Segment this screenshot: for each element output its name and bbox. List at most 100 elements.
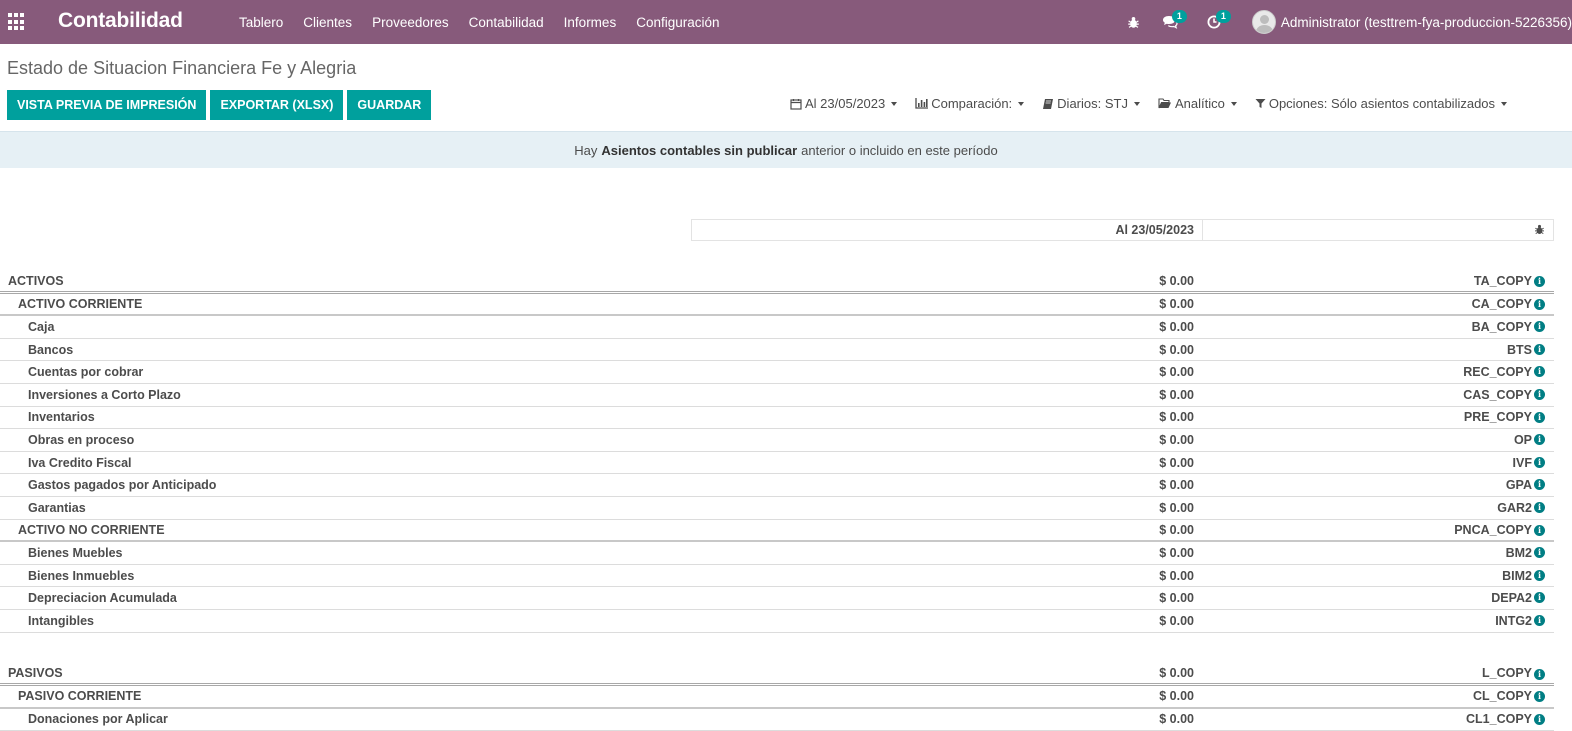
line-amount[interactable]: $ 0.00 [1159, 614, 1194, 628]
line-name[interactable]: Garantias [28, 501, 86, 515]
report-line-gastos-pagados-por-anticipado[interactable]: Gastos pagados por Anticipado $ 0.00 GPA i [0, 474, 1554, 497]
line-name[interactable]: Bienes Inmuebles [28, 569, 134, 583]
line-amount[interactable]: $ 0.00 [1159, 712, 1194, 726]
report-line-bienes-muebles[interactable]: Bienes Muebles $ 0.00 BM2 i [0, 542, 1554, 565]
line-amount[interactable]: $ 0.00 [1159, 546, 1194, 560]
line-name[interactable]: ACTIVO NO CORRIENTE [18, 523, 165, 537]
export-xlsx-button[interactable]: EXPORTAR (XLSX) [210, 90, 344, 120]
debug-bug-icon[interactable] [1124, 12, 1144, 32]
journals-filter[interactable]: Diarios: STJ [1042, 96, 1140, 111]
line-name[interactable]: Cuentas por cobrar [28, 365, 143, 379]
options-filter[interactable]: Opciones: Sólo asientos contabilizados [1255, 96, 1508, 111]
info-icon[interactable]: i [1534, 343, 1545, 355]
line-name[interactable]: PASIVO CORRIENTE [18, 689, 141, 703]
report-line-iva-credito-fiscal[interactable]: Iva Credito Fiscal $ 0.00 IVF i [0, 452, 1554, 475]
line-name[interactable]: Iva Credito Fiscal [28, 456, 132, 470]
user-avatar[interactable] [1251, 10, 1276, 34]
line-amount[interactable]: $ 0.00 [1159, 689, 1194, 703]
info-icon[interactable]: i [1534, 691, 1545, 703]
line-name[interactable]: Depreciacion Acumulada [28, 591, 177, 605]
info-icon[interactable]: i [1534, 547, 1545, 559]
report-line-inversiones-a-corto-plazo[interactable]: Inversiones a Corto Plazo $ 0.00 CAS_COPY i [0, 384, 1554, 407]
line-name[interactable]: Bancos [28, 343, 73, 357]
debug-bug-icon-small[interactable] [1534, 224, 1545, 235]
alert-link[interactable]: Asientos contables sin publicar [601, 143, 797, 158]
line-amount[interactable]: $ 0.00 [1159, 297, 1194, 311]
info-icon[interactable]: i [1534, 456, 1545, 468]
line-amount[interactable]: $ 0.00 [1159, 433, 1194, 447]
report-line-activos[interactable]: ACTIVOS $ 0.00 TA_COPY i [0, 271, 1554, 294]
line-name[interactable]: ACTIVO CORRIENTE [18, 297, 142, 311]
info-icon[interactable]: i [1534, 321, 1545, 333]
messages-icon[interactable]: 1 [1160, 10, 1187, 32]
report-line-obras-en-proceso[interactable]: Obras en proceso $ 0.00 OP i [0, 429, 1554, 452]
line-name[interactable]: Donaciones por Aplicar [28, 712, 168, 726]
report-line-bancos[interactable]: Bancos $ 0.00 BTS i [0, 339, 1554, 362]
line-amount[interactable]: $ 0.00 [1159, 274, 1194, 288]
line-amount[interactable]: $ 0.00 [1159, 343, 1194, 357]
info-icon[interactable]: i [1534, 501, 1545, 513]
info-icon[interactable]: i [1534, 276, 1545, 287]
report-line-cuentas-por-cobrar[interactable]: Cuentas por cobrar $ 0.00 REC_COPY i [0, 361, 1554, 384]
line-amount[interactable]: $ 0.00 [1159, 501, 1194, 515]
info-icon[interactable]: i [1534, 366, 1545, 378]
info-icon[interactable]: i [1534, 569, 1545, 581]
line-amount[interactable]: $ 0.00 [1159, 591, 1194, 605]
report-line-inventarios[interactable]: Inventarios $ 0.00 PRE_COPY i [0, 407, 1554, 430]
user-menu[interactable]: Administrator (testtrem-fya-produccion-5… [1281, 15, 1572, 30]
info-icon[interactable]: i [1534, 592, 1545, 604]
menu-item-configuracion[interactable]: Configuración [636, 15, 719, 30]
line-amount[interactable]: $ 0.00 [1159, 666, 1194, 680]
report-line-caja[interactable]: Caja $ 0.00 BA_COPY i [0, 316, 1554, 339]
info-icon[interactable]: i [1534, 434, 1545, 446]
info-icon[interactable]: i [1534, 411, 1545, 423]
menu-item-clientes[interactable]: Clientes [303, 15, 352, 30]
line-name[interactable]: Intangibles [28, 614, 94, 628]
report-line-activo-corriente[interactable]: ACTIVO CORRIENTE $ 0.00 CA_COPY i [0, 294, 1554, 317]
line-name[interactable]: Gastos pagados por Anticipado [28, 478, 216, 492]
line-amount[interactable]: $ 0.00 [1159, 523, 1194, 537]
info-icon[interactable]: i [1534, 668, 1545, 680]
comparison-filter[interactable]: Comparación: [915, 96, 1025, 111]
line-name[interactable]: Inventarios [28, 410, 95, 424]
report-line-activo-no-corriente[interactable]: ACTIVO NO CORRIENTE $ 0.00 PNCA_COPY i [0, 520, 1554, 543]
print-preview-button[interactable]: VISTA PREVIA DE IMPRESIÓN [7, 90, 207, 120]
line-name[interactable]: ACTIVOS [8, 274, 64, 288]
line-amount[interactable]: $ 0.00 [1159, 365, 1194, 379]
save-button[interactable]: GUARDAR [347, 90, 432, 120]
info-icon[interactable]: i [1534, 479, 1545, 491]
line-name[interactable]: PASIVOS [8, 666, 63, 680]
analytic-filter[interactable]: Analítico [1158, 96, 1237, 111]
journals-filter-label: Diarios: STJ [1057, 96, 1128, 111]
report-line-pasivos[interactable]: PASIVOS $ 0.00 L_COPY i [0, 664, 1554, 687]
line-name[interactable]: Caja [28, 320, 54, 334]
line-amount[interactable]: $ 0.00 [1159, 456, 1194, 470]
line-name[interactable]: Obras en proceso [28, 433, 134, 447]
activities-clock-icon[interactable]: 1 [1204, 10, 1231, 32]
info-icon[interactable]: i [1534, 614, 1545, 626]
info-icon[interactable]: i [1534, 713, 1545, 725]
report-line-intangibles[interactable]: Intangibles $ 0.00 INTG2 i [0, 610, 1554, 633]
info-icon[interactable]: i [1534, 524, 1545, 536]
line-amount[interactable]: $ 0.00 [1159, 569, 1194, 583]
date-filter[interactable]: Al 23/05/2023 [790, 96, 898, 111]
app-brand[interactable]: Contabilidad [58, 9, 183, 33]
line-amount[interactable]: $ 0.00 [1159, 410, 1194, 424]
info-icon[interactable]: i [1534, 388, 1545, 400]
line-amount[interactable]: $ 0.00 [1159, 478, 1194, 492]
menu-item-tablero[interactable]: Tablero [239, 15, 283, 30]
report-line-donaciones-por-aplicar[interactable]: Donaciones por Aplicar $ 0.00 CL1_COPY i [0, 709, 1554, 731]
report-line-depreciacion-acumulada[interactable]: Depreciacion Acumulada $ 0.00 DEPA2 i [0, 587, 1554, 610]
report-line-garantias[interactable]: Garantias $ 0.00 GAR2 i [0, 497, 1554, 520]
menu-item-informes[interactable]: Informes [564, 15, 617, 30]
info-icon[interactable]: i [1534, 298, 1545, 310]
report-line-pasivo-corriente[interactable]: PASIVO CORRIENTE $ 0.00 CL_COPY i [0, 686, 1554, 709]
menu-item-contabilidad[interactable]: Contabilidad [469, 15, 544, 30]
line-amount[interactable]: $ 0.00 [1159, 320, 1194, 334]
line-amount[interactable]: $ 0.00 [1159, 388, 1194, 402]
apps-menu-icon[interactable] [8, 13, 26, 31]
menu-item-proveedores[interactable]: Proveedores [372, 15, 449, 30]
report-line-bienes-inmuebles[interactable]: Bienes Inmuebles $ 0.00 BIM2 i [0, 565, 1554, 588]
line-name[interactable]: Bienes Muebles [28, 546, 122, 560]
line-name[interactable]: Inversiones a Corto Plazo [28, 388, 181, 402]
